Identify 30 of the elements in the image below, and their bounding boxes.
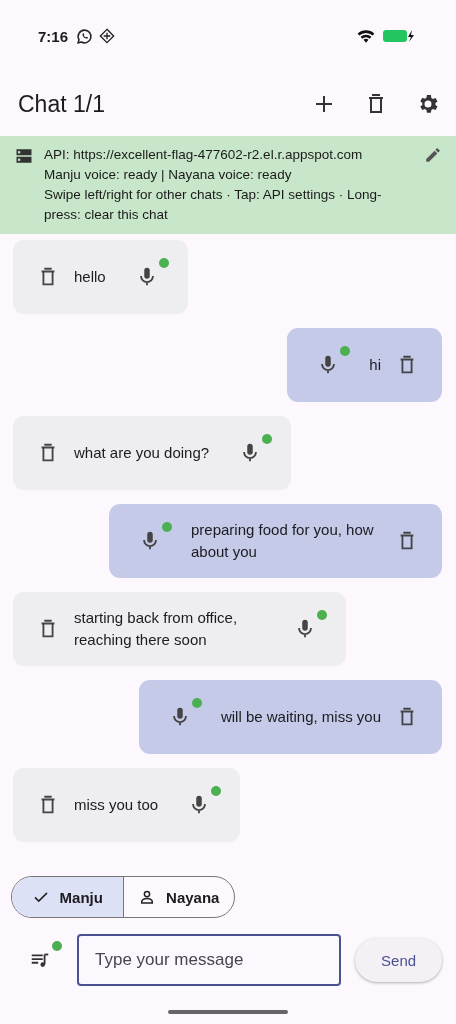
send-button[interactable]: Send [355,938,442,982]
battery-icon [382,28,414,44]
message-bubble[interactable]: hello [13,240,188,314]
api-banner[interactable]: API: https://excellent-flag-477602-r2.el.r.appspot.com Manju voice: ready | Nayana voice: ready Swipe left/right for other chats · Tap: API settings · Long-press: clear this chat [0,136,456,234]
wifi-icon [356,28,376,44]
message-text: starting back from office, reaching there soon [74,608,239,650]
message-bubble[interactable]: hi [287,328,442,402]
message-text: miss you too [74,795,159,815]
status-time: 7:16 [38,27,69,45]
message-bubble[interactable]: what are you doing? [13,416,292,490]
message-bubble[interactable]: preparing food for you, how about you [109,504,442,578]
message-bubble[interactable]: starting back from office, reaching there soon [13,592,346,666]
message-text: hi [369,355,381,375]
message-bubble[interactable]: will be waiting, miss you [138,680,442,754]
speaker-tab[interactable]: Manju [12,877,123,917]
banner-text: API: https://excellent-flag-477602-r2.el.r.appspot.com [44,146,364,164]
pencil-icon[interactable] [424,146,442,164]
message-text: what are you doing? [74,443,210,463]
message-bubble[interactable]: miss you too [13,768,241,842]
message-text: hello [74,267,106,287]
message-text: preparing food for you, how about you [191,520,375,562]
message-text: will be waiting, miss you [220,707,381,727]
speaker-tab[interactable]: Nayana [122,877,234,917]
banner-text: Manju voice: ready | Nayana voice: ready [44,166,293,184]
server-icon [15,147,33,165]
banner-text: Swipe left/right for other chats · Tap: API settings · Long-press: clear this chat [44,186,383,224]
chat-title: Chat 1/1 [18,90,105,118]
chat-bubble-icon [76,27,94,45]
message-input[interactable]: Type your message [77,934,342,986]
diamond-icon [99,28,116,44]
